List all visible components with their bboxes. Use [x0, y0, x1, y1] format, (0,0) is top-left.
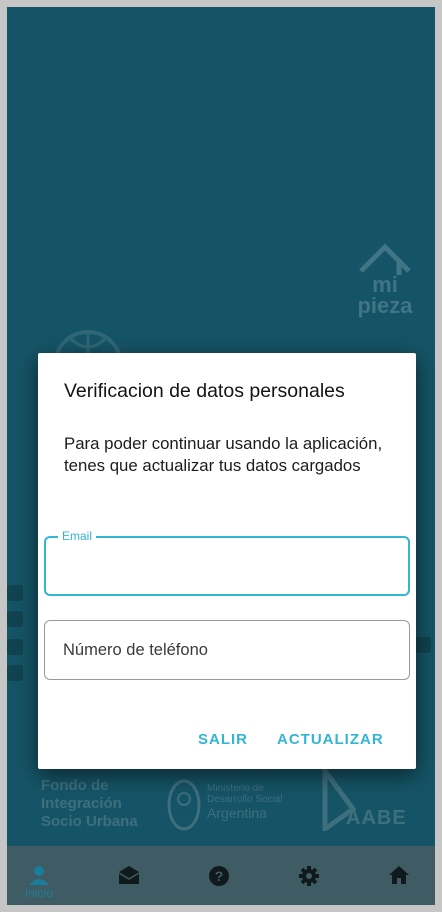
email-input[interactable]: [46, 538, 408, 594]
phone-input[interactable]: [45, 621, 409, 679]
dialog-title: Verificacion de datos personales: [64, 380, 345, 402]
home-icon: [389, 866, 409, 884]
nav-item-inicio[interactable]: Inicio: [9, 846, 69, 905]
dialog-message: Para poder continuar usando la aplicació…: [64, 434, 383, 475]
nav-item-settings[interactable]: [279, 846, 339, 905]
verification-dialog: Verificacion de datos personales Para po…: [38, 353, 416, 769]
ministerio-logo: Ministerio de Desarrollo Social Argentin…: [207, 783, 295, 821]
partner-logos: Fondo de Integración Socio Urbana Minist…: [7, 769, 435, 847]
bottom-navigation: Inicio ?: [7, 846, 435, 905]
phone-field[interactable]: [44, 620, 410, 680]
logo-text: mi pieza: [357, 272, 413, 318]
settings-icon: [299, 866, 319, 886]
help-icon: ?: [209, 866, 229, 886]
actualizar-button[interactable]: ACTUALIZAR: [277, 731, 384, 748]
person-icon: [29, 866, 49, 885]
background-text-fragment: [7, 639, 23, 655]
ministerio-country: Argentina: [207, 805, 267, 821]
email-field[interactable]: Email: [44, 529, 410, 596]
nav-item-help[interactable]: ?: [189, 846, 249, 905]
nav-item-home[interactable]: [369, 846, 429, 905]
fisu-logo: Fondo de Integración Socio Urbana: [41, 777, 138, 830]
background-text-fragment: [7, 665, 23, 681]
mi-pieza-logo: mi pieza: [345, 241, 425, 318]
nav-item-mail[interactable]: [99, 846, 159, 905]
background-text-fragment: [7, 585, 23, 601]
screen: mi pieza Fondo de Integración Socio Urba…: [7, 7, 435, 905]
background-text-fragment: [7, 611, 23, 627]
aabe-logo: AABE: [346, 807, 407, 829]
salir-button[interactable]: SALIR: [198, 731, 248, 748]
ministerio-name: Ministerio de Desarrollo Social: [207, 783, 283, 805]
argentina-seal-icon: [167, 779, 201, 831]
svg-text:?: ?: [215, 868, 224, 884]
nav-label-inicio: Inicio: [24, 886, 53, 900]
mail-icon: [118, 866, 140, 884]
